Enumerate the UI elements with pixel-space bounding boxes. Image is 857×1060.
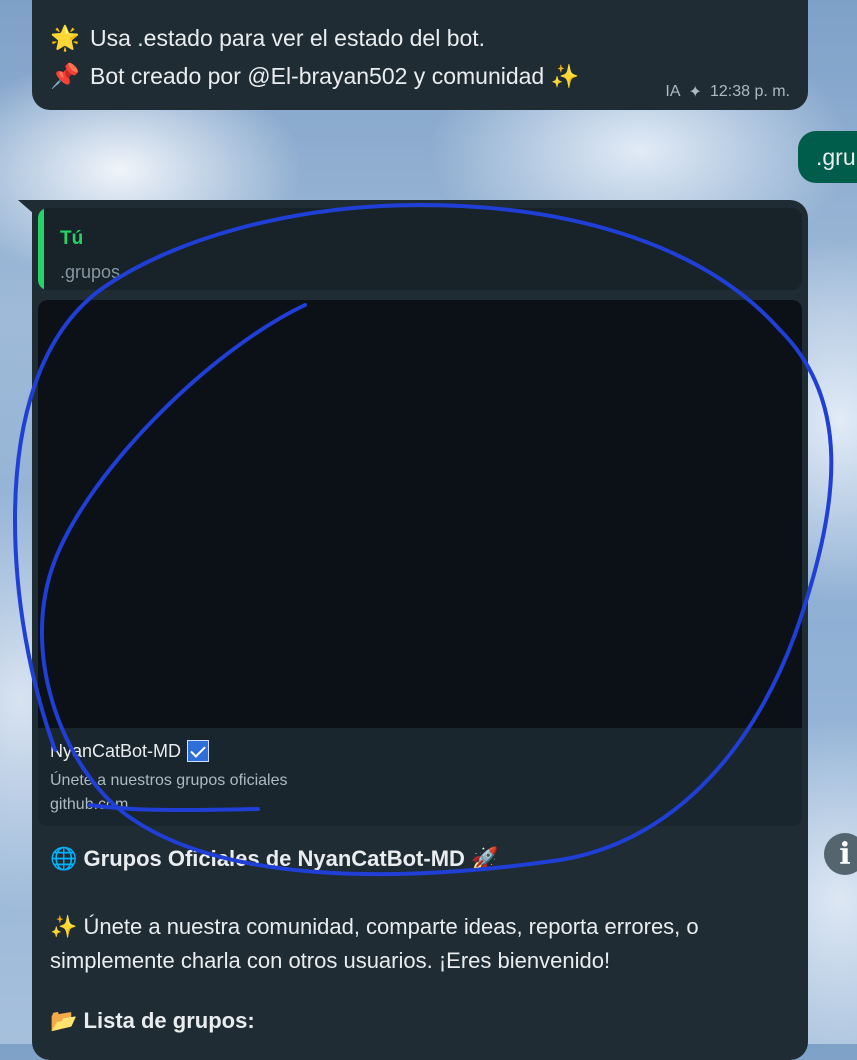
bot-reply-bubble[interactable]: Tú .grupos NyanCatBot-MD Únete a nuestro… — [32, 200, 808, 1060]
info-button[interactable]: i — [824, 833, 857, 875]
link-preview[interactable]: NyanCatBot-MD Únete a nuestros grupos of… — [38, 300, 802, 826]
message-time: 12:38 p. m. — [709, 83, 790, 100]
quote-accent-bar — [38, 208, 44, 290]
link-preview-domain: github.com — [50, 796, 129, 813]
sparkle-icon: ✦ — [688, 84, 702, 101]
message-line-credits: 📌 Bot creado por @El-brayan502 y comunid… — [50, 62, 579, 91]
link-preview-title-text: NyanCatBot-MD — [50, 740, 182, 761]
sent-message-text: .gru — [816, 143, 856, 170]
message-text: Bot creado por @El-brayan502 y comunidad… — [90, 63, 580, 89]
check-icon — [187, 740, 210, 762]
intro-text-1: Únete a nuestra comunidad, comparte idea… — [83, 914, 699, 939]
link-preview-description: Únete a nuestros grupos oficiales — [50, 772, 288, 789]
quote-author: Tú — [60, 228, 84, 249]
list-heading-text: Lista de grupos: — [83, 1008, 255, 1033]
quoted-message[interactable]: Tú .grupos — [38, 208, 802, 290]
folder-icon: 📂 — [50, 1008, 78, 1033]
intro-line-1: ✨ Únete a nuestra comunidad, comparte id… — [50, 914, 699, 940]
sparkles-icon: ✨ — [50, 914, 78, 939]
bot-message-bubble[interactable]: 🌟 Usa .estado para ver el estado del bot… — [32, 0, 808, 110]
groups-heading-text: Grupos Oficiales de NyanCatBot-MD 🚀 — [83, 846, 499, 871]
star-icon: 🌟 — [50, 25, 80, 52]
link-preview-image[interactable] — [38, 300, 802, 728]
link-preview-title: NyanCatBot-MD — [50, 740, 210, 762]
groups-heading: 🌐 Grupos Oficiales de NyanCatBot-MD 🚀 — [50, 846, 498, 872]
sent-message-bubble[interactable]: .gru — [798, 131, 857, 183]
pin-icon: 📌 — [50, 63, 80, 90]
message-text: Usa .estado para ver el estado del bot. — [90, 25, 486, 51]
quote-text: .grupos — [60, 262, 121, 282]
list-heading: 📂 Lista de grupos: — [50, 1008, 255, 1034]
message-line-status: 🌟 Usa .estado para ver el estado del bot… — [50, 24, 485, 53]
globe-icon: 🌐 — [50, 846, 78, 871]
message-meta: IA ✦ 12:38 p. m. — [665, 82, 790, 102]
intro-line-2: simplemente charla con otros usuarios. ¡… — [50, 948, 611, 973]
ai-label: IA — [665, 83, 681, 100]
info-icon: i — [839, 836, 851, 872]
